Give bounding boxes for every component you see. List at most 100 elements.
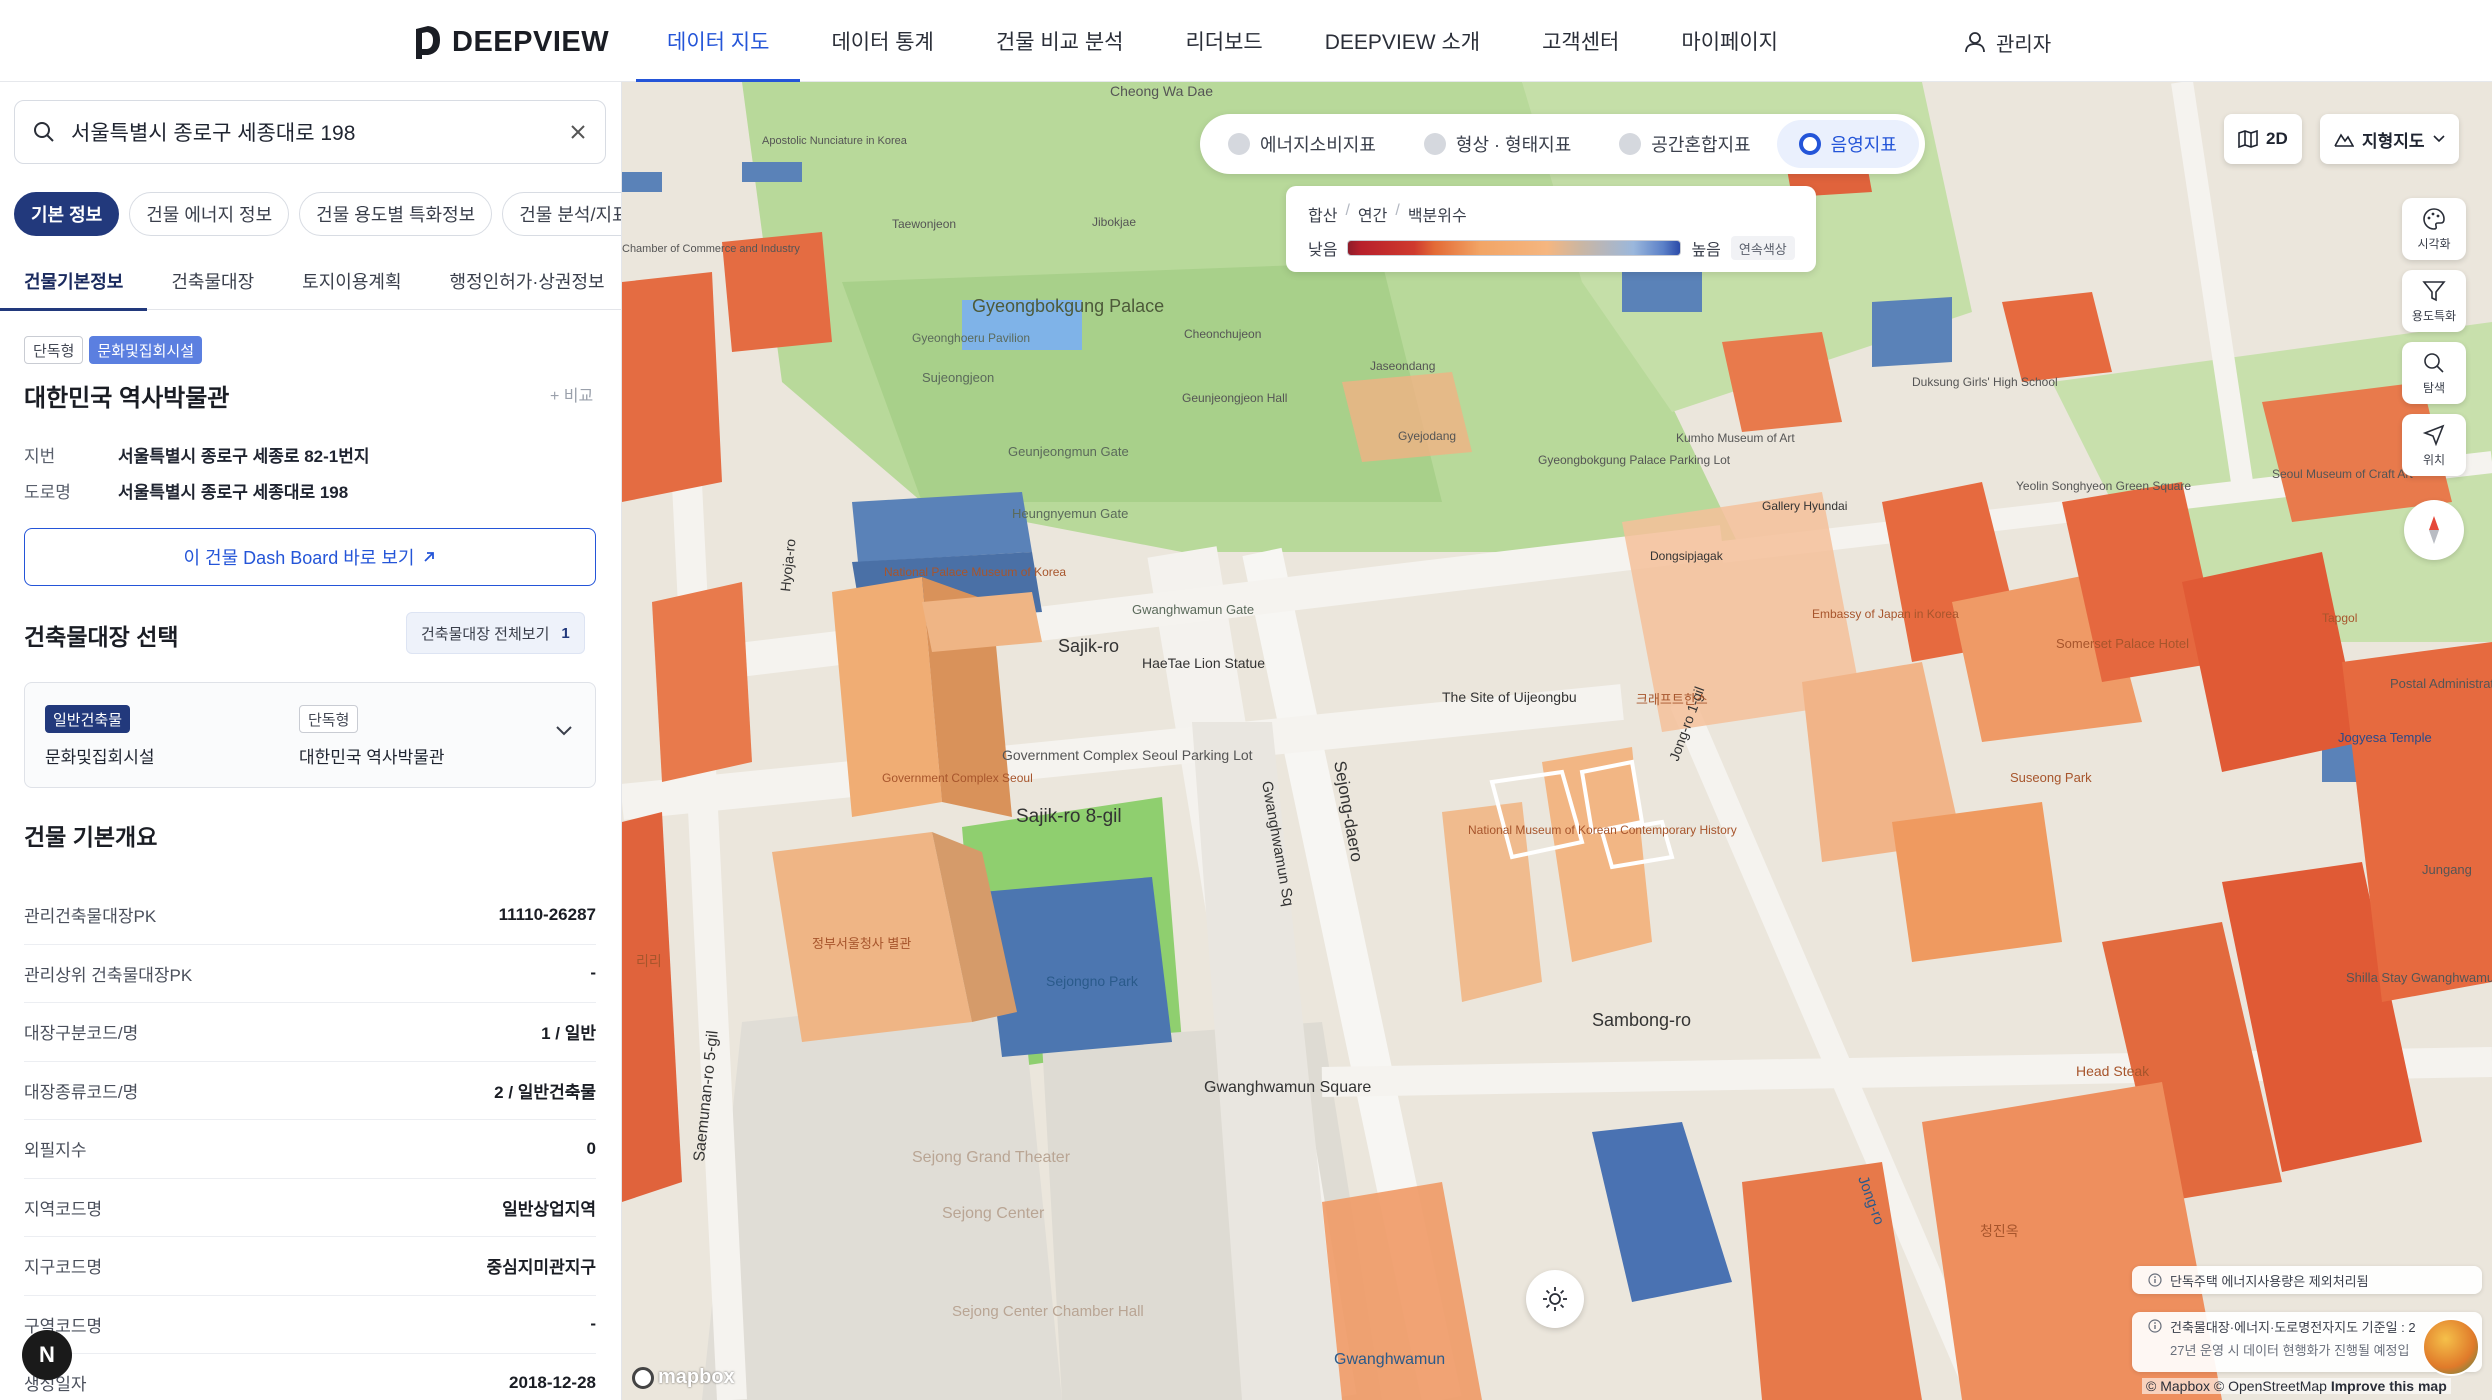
nav-support[interactable]: 고객센터 [1511,0,1650,82]
sun-icon [1543,1287,1567,1311]
tab-permits[interactable]: 행정인허가·상권정보 [426,252,621,310]
tool-explore[interactable]: 탐색 [2402,342,2466,404]
ledger-view-all-button[interactable]: 건축물대장 전체보기 1 [406,612,585,654]
layer-dot-icon [1228,133,1250,155]
ledger-card-type: 일반건축물 문화및집회시설 [45,705,154,768]
ledger-count: 1 [561,624,570,642]
layer-tab-shadow[interactable]: 음영지표 [1776,120,1919,168]
layer-tabs: 에너지소비지표 형상 · 형태지표 공간혼합지표 음영지표 [1200,114,1925,174]
ledger-view-all-label: 건축물대장 전체보기 [421,625,550,643]
map-label: Tapgol [2322,611,2357,625]
legend-crumb-item[interactable]: 연간 [1358,202,1387,226]
use-badge: 문화및집회시설 [89,336,203,364]
row-key: 대장구분코드/명 [24,1024,139,1044]
compass-button[interactable] [2404,500,2464,560]
ledger-section-title: 건축물대장 선택 [24,624,179,650]
table-row: 외필지수 0 [24,1120,596,1179]
assistant-avatar[interactable] [2422,1318,2480,1376]
chip-use-info[interactable]: 건물 용도별 특화정보 [299,192,493,236]
search-input[interactable]: 서울특별시 종로구 세종대로 198 [71,117,569,147]
map-attribution: © Mapbox © OpenStreetMap Improve this ma… [2142,1378,2451,1394]
row-key: 대장종류코드/명 [24,1082,139,1102]
legend-low-label: 낮음 [1308,242,1338,259]
map-label: Gwanghwamun Square [1204,1079,1371,1096]
row-key: 관리건축물대장PK [24,907,157,927]
nav-building-compare[interactable]: 건물 비교 분석 [965,0,1155,82]
chevron-down-icon [2432,135,2445,143]
legend-crumb-item[interactable]: 백분위수 [1408,202,1467,226]
ledger-form-badge: 단독형 [299,705,359,733]
view-mode-2d-button[interactable]: 2D [2224,114,2302,164]
tab-building-basic[interactable]: 건물기본정보 [0,252,148,311]
nav-mypage[interactable]: 마이페이지 [1650,0,1809,82]
map-label: Sejong Center Chamber Hall [952,1303,1144,1320]
user-name: 관리자 [1996,33,2052,56]
legend-breadcrumb: 합산 / 연간 / 백분위수 [1308,202,1467,226]
layer-tab-energy[interactable]: 에너지소비지표 [1206,120,1398,168]
filter-icon [2422,280,2446,301]
road-address-row: 도로명 서울특별시 종로구 세종대로 198 [24,478,348,503]
clear-icon[interactable] [569,123,587,141]
chip-analysis-info[interactable]: 건물 분석/지표 정보 [502,192,621,236]
map-label: Cheong Wa Dae [1110,83,1213,99]
row-value: 0 [586,1138,596,1158]
chevron-down-icon[interactable] [555,725,573,737]
row-value: 일반상업지역 [502,1199,596,1219]
dashboard-link-label: 이 건물 Dash Board 바로 보기 [183,548,415,568]
chip-basic-info[interactable]: 기본 정보 [14,192,120,236]
table-row: 지구코드명 중심지미관지구 [24,1237,596,1296]
basemap-selector[interactable]: 지형지도 [2320,114,2459,164]
ledger-type-badge: 일반건축물 [45,705,131,733]
map-label: Yeolin Songhyeon Green Square [2016,479,2191,493]
legend-high-label: 높음 [1691,242,1721,259]
map-label: Gyeonghoeru Pavilion [912,331,1030,345]
map-canvas[interactable]: Gyeongbokgung Palace Gyeonghoeru Pavilio… [622,82,2492,1400]
nav-data-stats[interactable]: 데이터 통계 [800,0,964,82]
tool-visualize[interactable]: 시각화 [2402,198,2466,260]
address-search[interactable]: 서울특별시 종로구 세종대로 198 [14,100,606,164]
map-view[interactable]: Gyeongbokgung Palace Gyeonghoeru Pavilio… [622,82,2492,1400]
map-label: 청진옥 [1980,1223,2019,1239]
improve-map-link[interactable]: Improve this map [2331,1378,2447,1394]
table-row: 대장종류코드/명 2 / 일반건축물 [24,1062,596,1120]
lot-address-label: 지번 [24,447,56,466]
dashboard-link-button[interactable]: 이 건물 Dash Board 바로 보기 [24,528,596,586]
map-label: Geunjeongjeon Hall [1182,391,1287,405]
lighting-button[interactable] [1526,1270,1584,1328]
compare-button[interactable]: + 비교 [550,382,593,406]
floating-n-button[interactable]: N [22,1330,72,1380]
layer-tab-mixed-use[interactable]: 공간혼합지표 [1597,120,1772,168]
nav-leaderboard[interactable]: 리더보드 [1154,0,1293,82]
map-label: Suseong Park [2010,770,2092,785]
map-label: Duksung Girls' High School [1912,375,2058,389]
row-key: 지구코드명 [24,1258,103,1278]
map-label: 크래프트한스 [1636,692,1708,707]
layer-tab-shape[interactable]: 형상 · 형태지표 [1402,120,1593,168]
road-address-value: 서울특별시 종로구 세종대로 198 [118,483,349,502]
legend-mode-chip[interactable]: 연속색상 [1730,236,1795,260]
brand-logo[interactable]: DEEPVIEW [414,22,609,62]
map-label: Sambong-ro [1592,1010,1691,1030]
tool-location[interactable]: 위치 [2402,414,2466,476]
notice-detached-house: 단독주택 에너지사용량은 제외처리됨 [2132,1266,2482,1294]
map-label: Dongsipjagak [1650,549,1724,563]
map-label: Seoul Museum of Craft Art [2272,467,2413,481]
table-row: 지역코드명 일반상업지역 [24,1179,596,1237]
nav-about[interactable]: DEEPVIEW 소개 [1294,0,1511,82]
table-row: 구역코드명 - [24,1296,596,1354]
tab-building-ledger[interactable]: 건축물대장 [147,252,278,310]
legend-crumb-item[interactable]: 합산 [1308,202,1337,226]
user-menu[interactable]: 관리자 [1964,22,2051,62]
tool-use-filter[interactable]: 용도특화 [2402,270,2466,332]
row-value: - [590,1314,596,1334]
chip-energy-info[interactable]: 건물 에너지 정보 [129,192,290,236]
map-label: Sejong Center [942,1205,1045,1222]
ledger-select-card[interactable]: 일반건축물 문화및집회시설 단독형 대한민국 역사박물관 [24,682,596,788]
map-label: Gyeongbokgung Palace Parking Lot [1538,453,1731,467]
map-label: Gwanghwamun Gate [1132,602,1254,617]
map-label: Embassy of Japan in Korea [1812,607,1959,621]
tab-land-use[interactable]: 토지이용계획 [278,252,425,310]
map-label: National Palace Museum of Korea [884,565,1066,579]
mapbox-logo-text: mapbox [658,1366,735,1388]
nav-data-map[interactable]: 데이터 지도 [636,0,801,82]
